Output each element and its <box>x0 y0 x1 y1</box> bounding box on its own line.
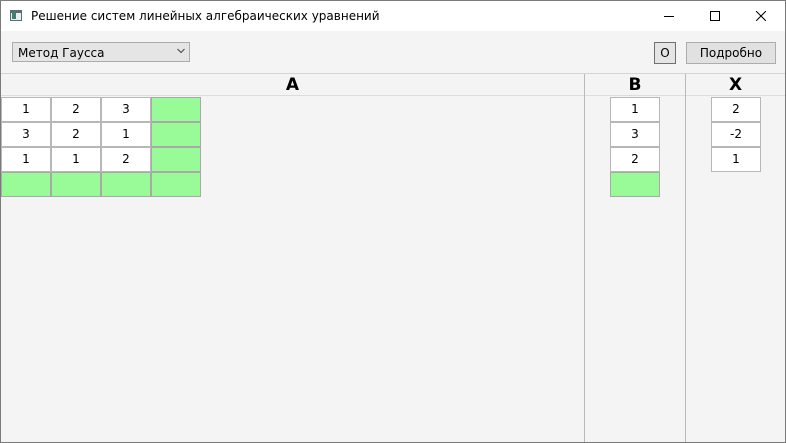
matrix-a-cell[interactable] <box>101 172 151 197</box>
window-title: Решение систем линейных алгебраических у… <box>31 9 380 23</box>
minimize-button[interactable] <box>646 1 692 31</box>
app-window: Решение систем линейных алгебраических у… <box>0 0 786 443</box>
maximize-icon <box>710 11 720 21</box>
matrix-a-cell[interactable] <box>151 122 201 147</box>
vector-b-cell[interactable]: 3 <box>610 122 660 147</box>
vector-b-header: B <box>585 74 685 96</box>
vector-x-cell: 2 <box>711 97 761 122</box>
chevron-down-icon <box>177 48 185 54</box>
vector-x-grid: 2 -2 1 <box>711 97 761 172</box>
matrix-a-cell[interactable]: 2 <box>101 147 151 172</box>
panel-splitter-bx[interactable] <box>685 74 686 442</box>
matrix-a-cell[interactable]: 1 <box>101 122 151 147</box>
matrix-a-cell[interactable]: 2 <box>51 122 101 147</box>
vector-b-cell[interactable]: 1 <box>610 97 660 122</box>
vector-x-header: X <box>686 74 785 96</box>
matrix-a-cell[interactable]: 2 <box>51 97 101 122</box>
matrix-a-cell[interactable]: 3 <box>1 122 51 147</box>
vector-b-grid: 1 3 2 <box>610 97 660 197</box>
matrix-a-cell[interactable] <box>1 172 51 197</box>
matrix-a-cell[interactable]: 3 <box>101 97 151 122</box>
vector-b-cell[interactable]: 2 <box>610 147 660 172</box>
vector-x-cell: 1 <box>711 147 761 172</box>
method-select[interactable]: Метод Гаусса <box>12 42 190 62</box>
matrix-a-cell[interactable] <box>51 172 101 197</box>
title-bar[interactable]: Решение систем линейных алгебраических у… <box>1 1 785 31</box>
method-select-value: Метод Гаусса <box>18 46 105 60</box>
panel-splitter-ab[interactable] <box>584 74 585 442</box>
matrix-a-cell[interactable] <box>151 172 201 197</box>
matrix-a-header: A <box>1 74 584 96</box>
vector-b-cell[interactable] <box>610 172 660 197</box>
matrix-a-cell[interactable]: 1 <box>51 147 101 172</box>
maximize-button[interactable] <box>692 1 738 31</box>
detail-button[interactable]: Подробно <box>686 42 776 64</box>
matrix-a-cell[interactable] <box>151 97 201 122</box>
o-button[interactable]: O <box>654 42 676 64</box>
matrix-a-cell[interactable]: 1 <box>1 147 51 172</box>
matrix-a-cell[interactable]: 1 <box>1 97 51 122</box>
app-window-icon <box>10 10 22 21</box>
matrix-a-cell[interactable] <box>151 147 201 172</box>
close-button[interactable] <box>738 1 784 31</box>
vector-x-cell: -2 <box>711 122 761 147</box>
minimize-icon <box>664 16 674 17</box>
close-icon <box>756 11 766 21</box>
matrix-a-grid: 1 2 3 3 2 1 1 1 2 <box>1 97 201 197</box>
